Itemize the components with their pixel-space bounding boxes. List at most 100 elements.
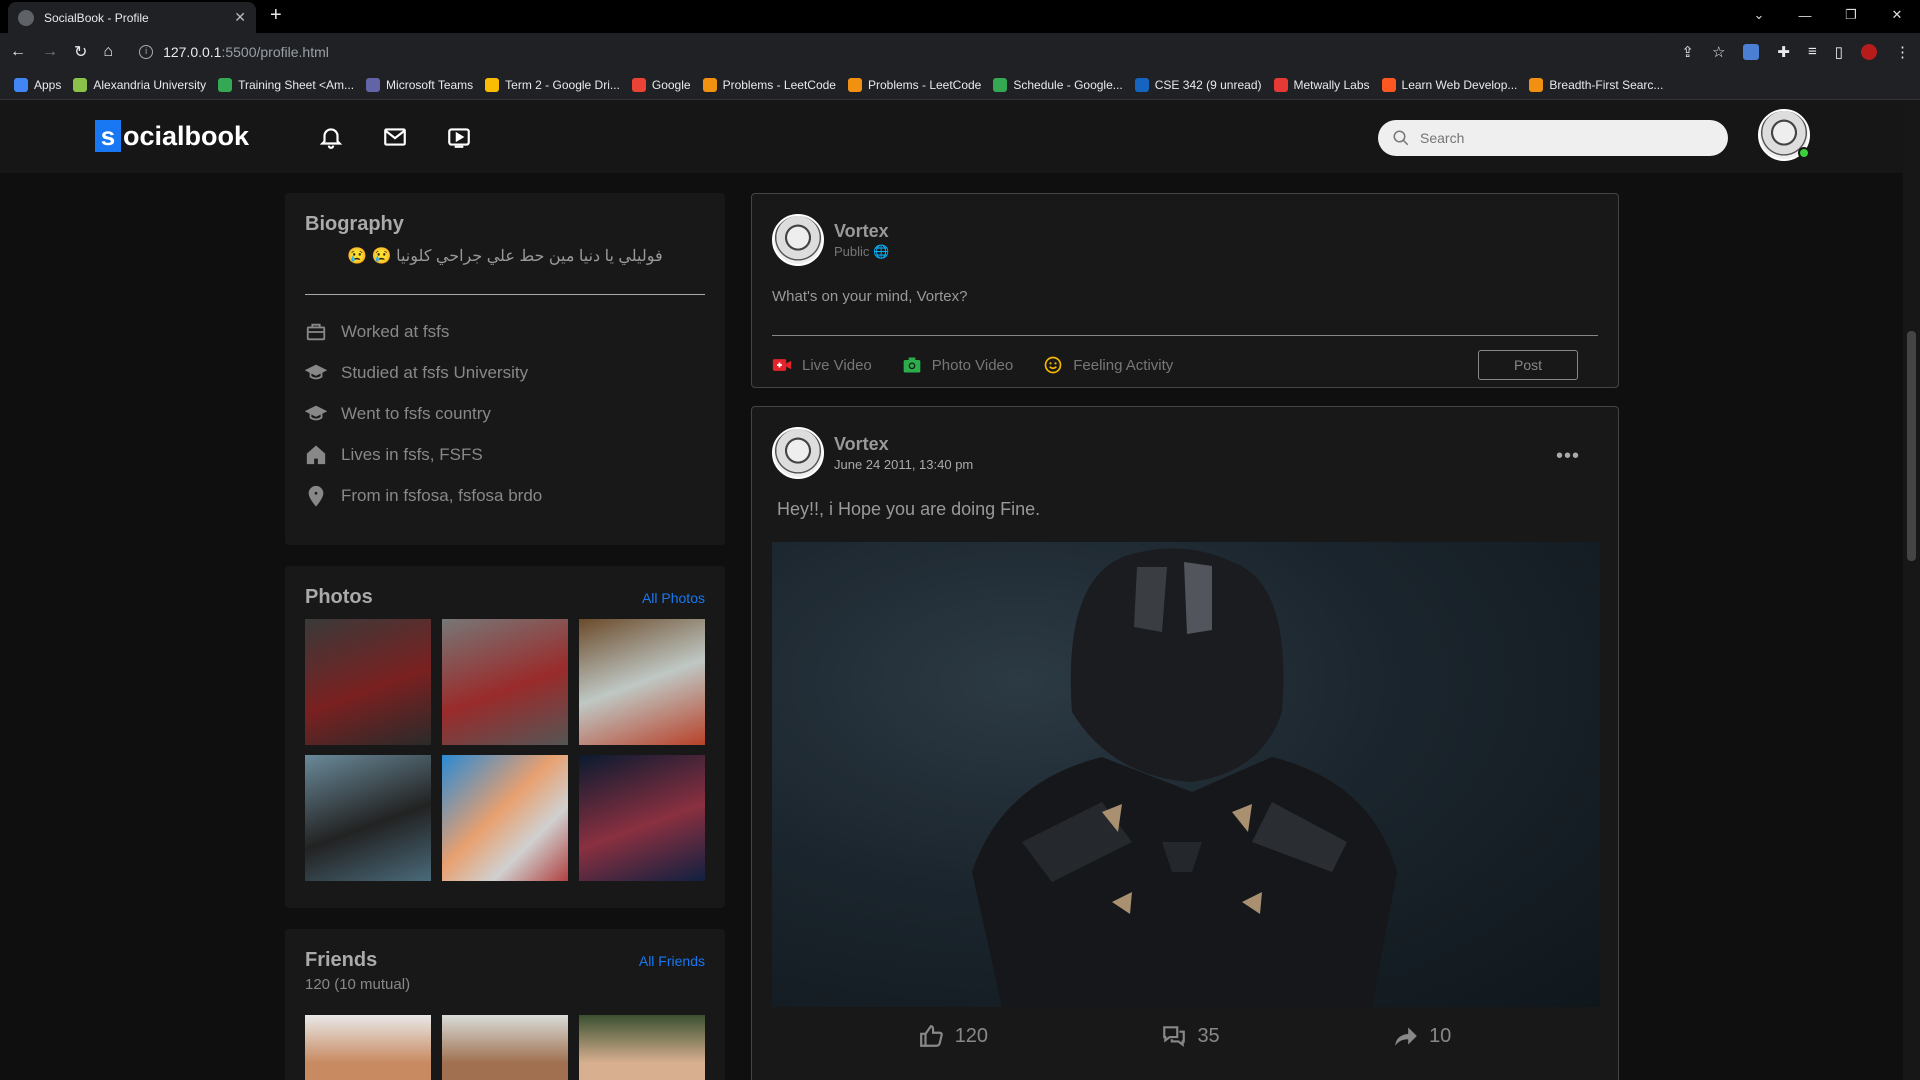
site-info-icon[interactable]: i — [139, 44, 154, 59]
like-count: 120 — [954, 1024, 989, 1047]
friend-photo[interactable] — [305, 1015, 431, 1080]
search-input[interactable] — [1420, 130, 1700, 146]
post-image[interactable] — [772, 542, 1600, 1007]
tab-search-icon[interactable]: ⌄ — [1736, 7, 1782, 23]
bookmark-favicon-icon — [631, 77, 646, 92]
post-reactions: 120 35 10 — [772, 1023, 1598, 1049]
photo-thumbnail[interactable] — [579, 755, 705, 881]
bookmark-star-icon[interactable]: ☆ — [1712, 43, 1725, 61]
bookmark-item[interactable]: Schedule - Google... — [993, 77, 1123, 92]
like-button[interactable]: 120 — [919, 1023, 988, 1049]
bookmark-favicon-icon — [1529, 77, 1544, 92]
address-bar[interactable]: i 127.0.0.1:5500/profile.html — [129, 37, 1666, 66]
bookmark-item[interactable]: Training Sheet <Am... — [218, 77, 354, 92]
bookmark-item[interactable]: Problems - LeetCode — [702, 77, 836, 92]
nav-icons — [318, 124, 472, 150]
author-name: Vortex — [834, 220, 889, 241]
graduation-cap-icon — [305, 364, 327, 379]
photo-thumbnail[interactable] — [579, 619, 705, 745]
bookmark-item[interactable]: Breadth-First Searc... — [1529, 77, 1663, 92]
menu-dots-icon[interactable]: ⋮ — [1895, 43, 1910, 61]
restore-icon[interactable]: ❐ — [1828, 7, 1874, 23]
bookmark-item[interactable]: Term 2 - Google Dri... — [485, 77, 620, 92]
biography-item: Went to fsfs country — [305, 393, 705, 434]
bookmark-item[interactable]: Metwally Labs — [1273, 77, 1370, 92]
friends-grid — [305, 1015, 705, 1080]
translate-extension-icon[interactable] — [1743, 43, 1760, 60]
profile-content: Biography فوليلي يا دنيا مين حط علي جراح… — [0, 193, 1920, 1080]
bookmark-item[interactable]: Microsoft Teams — [366, 77, 473, 92]
reading-list-icon[interactable]: ≡ — [1808, 43, 1817, 60]
globe-icon — [18, 9, 34, 26]
photos-card: Photos All Photos — [285, 566, 725, 908]
browser-toolbar: ← → ↻ ⌂ i 127.0.0.1:5500/profile.html ⇪ … — [0, 33, 1920, 70]
nav-avatar[interactable] — [1758, 109, 1810, 161]
close-window-icon[interactable]: ✕ — [1874, 7, 1920, 23]
share-count: 10 — [1429, 1024, 1452, 1047]
bookmark-item[interactable]: Apps — [14, 77, 62, 92]
bookmark-item[interactable]: Learn Web Develop... — [1381, 77, 1518, 92]
bookmark-item[interactable]: Problems - LeetCode — [847, 77, 981, 92]
back-icon[interactable]: ← — [10, 43, 26, 61]
photo-thumbnail[interactable] — [305, 755, 431, 881]
bookmark-item[interactable]: Google — [631, 77, 691, 92]
home-icon — [306, 445, 326, 464]
share-button[interactable]: 10 — [1393, 1023, 1451, 1049]
graduation-cap-icon — [305, 405, 327, 420]
window-controls: ⌄ — ❐ ✕ — [1736, 0, 1920, 30]
biography-details: Worked at fsfs Studied at fsfs University… — [305, 311, 705, 516]
reload-icon[interactable]: ↻ — [74, 42, 87, 62]
close-tab-icon[interactable]: ✕ — [234, 9, 246, 26]
minimize-icon[interactable]: — — [1782, 8, 1828, 23]
photo-thumbnail[interactable] — [442, 755, 568, 881]
all-photos-link[interactable]: All Photos — [642, 590, 705, 606]
bookmark-label: Schedule - Google... — [1013, 77, 1123, 92]
bookmark-item[interactable]: Alexandria University — [73, 77, 206, 92]
biography-item: Lives in fsfs, FSFS — [305, 434, 705, 475]
feeling-activity-label: Feeling Activity — [1073, 356, 1174, 374]
new-tab-icon[interactable]: + — [270, 4, 282, 27]
mail-icon[interactable] — [382, 124, 408, 150]
photo-thumbnail[interactable] — [442, 619, 568, 745]
photo-thumbnail[interactable] — [305, 619, 431, 745]
extensions-puzzle-icon[interactable]: ✚ — [1777, 43, 1790, 61]
all-friends-link[interactable]: All Friends — [639, 953, 705, 969]
bookmark-favicon-icon — [702, 77, 717, 92]
profile-icon[interactable] — [1861, 43, 1877, 60]
more-options-icon[interactable]: ••• — [1556, 445, 1580, 468]
photo-video-button[interactable]: Photo Video — [902, 355, 1013, 375]
bell-icon[interactable] — [318, 124, 344, 150]
post-input[interactable]: What's on your mind, Vortex? — [772, 288, 1598, 305]
location-pin-icon — [308, 485, 324, 507]
home-icon[interactable]: ⌂ — [103, 43, 113, 61]
search-bar[interactable] — [1378, 120, 1728, 156]
bookmark-label: Apps — [34, 77, 62, 92]
friend-photo[interactable] — [579, 1015, 705, 1080]
biography-item-label: Went to fsfs country — [341, 403, 491, 423]
feeling-activity-button[interactable]: Feeling Activity — [1043, 355, 1173, 375]
bookmark-favicon-icon — [1381, 77, 1396, 92]
bookmarks-bar: Apps Alexandria University Training Sheet … — [0, 70, 1920, 100]
side-panel-icon[interactable]: ▯ — [1835, 43, 1843, 61]
site-navbar: s ocialbook — [0, 100, 1920, 173]
bookmark-label: Learn Web Develop... — [1401, 77, 1518, 92]
biography-card: Biography فوليلي يا دنيا مين حط علي جراح… — [285, 193, 725, 545]
friend-photo[interactable] — [442, 1015, 568, 1080]
post-button[interactable]: Post — [1478, 350, 1578, 380]
video-icon[interactable] — [446, 124, 472, 150]
bookmark-item[interactable]: CSE 342 (9 unread) — [1134, 77, 1262, 92]
page-scrollbar[interactable] — [1903, 103, 1920, 1080]
author-name: Vortex — [834, 434, 889, 454]
socialbook-logo[interactable]: s ocialbook — [95, 120, 249, 152]
visibility[interactable]: Public 🌐 — [834, 244, 889, 260]
armored-figure-illustration — [972, 548, 1397, 1007]
scrollbar-thumb[interactable] — [1907, 331, 1916, 561]
forward-icon[interactable]: → — [42, 43, 58, 61]
share-icon[interactable]: ⇪ — [1681, 43, 1694, 61]
comment-button[interactable]: 35 — [1161, 1023, 1220, 1049]
live-video-button[interactable]: Live Video — [772, 355, 872, 375]
browser-tab[interactable]: SocialBook - Profile ✕ — [8, 2, 256, 33]
bookmark-label: Problems - LeetCode — [722, 77, 836, 92]
post-text: Hey!!, i Hope you are doing Fine. — [777, 499, 1041, 519]
bookmark-label: Term 2 - Google Dri... — [505, 77, 620, 92]
